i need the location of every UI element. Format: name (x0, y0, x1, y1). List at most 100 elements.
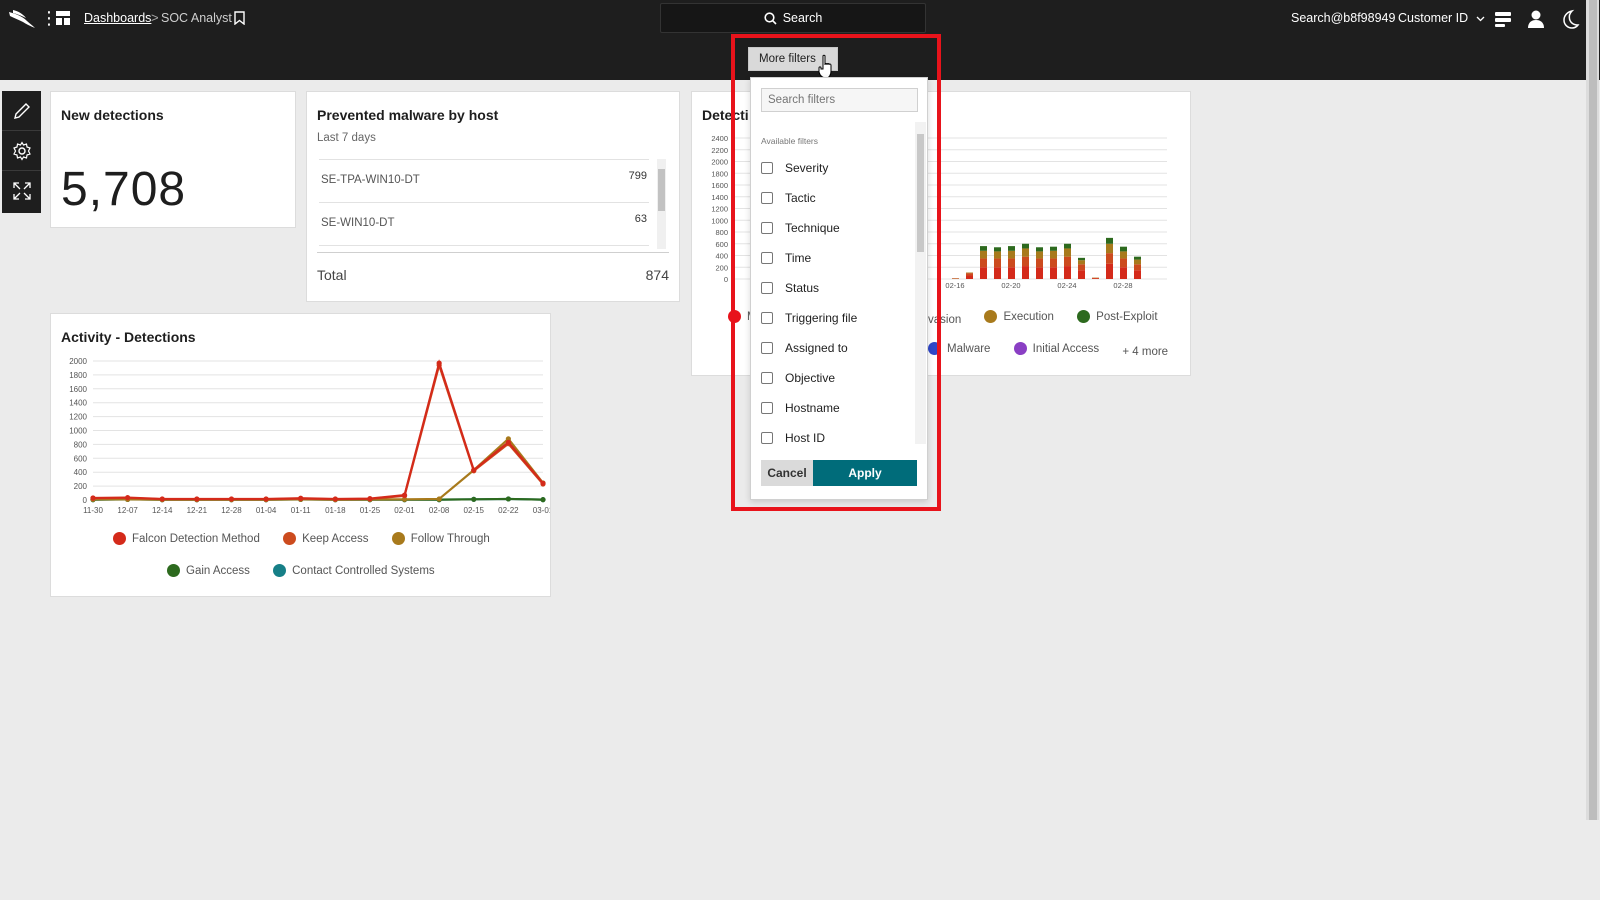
x-tick-label: 02-16 (945, 281, 964, 290)
legend-dot (273, 564, 287, 577)
card-title: Prevented malware by host (317, 107, 499, 123)
activity-legend-row-2: Gain Access Contact Controlled Systems (167, 564, 455, 580)
stacked-bar-segment (1120, 267, 1127, 279)
y-tick-label: 400 (74, 468, 88, 477)
breadcrumb-current: SOC Analyst (161, 11, 232, 25)
x-tick-label: 02-24 (1057, 281, 1076, 290)
stacked-bar-segment (1050, 246, 1057, 251)
dark-mode-moon-icon[interactable] (1560, 9, 1580, 29)
x-tick-label: 12-14 (152, 506, 173, 515)
customer-id-dropdown[interactable]: Customer ID (1398, 11, 1485, 25)
legend-item[interactable]: Initial Access (1013, 342, 1099, 355)
stacked-bar-segment (1064, 243, 1071, 249)
y-tick-label: 2400 (711, 134, 728, 143)
stacked-bar-segment (1022, 248, 1029, 257)
legend-label: Execution (1003, 310, 1054, 323)
data-point (471, 467, 477, 473)
data-point (228, 496, 235, 502)
table-row[interactable]: SE-TPA-WIN10-DT 799 (319, 159, 649, 201)
y-tick-label: 2000 (69, 357, 87, 366)
y-tick-label: 600 (715, 240, 728, 249)
stacked-bar-segment (1008, 258, 1015, 268)
x-tick-label: 12-28 (221, 506, 242, 515)
new-detections-card: New detections 5,708 (50, 91, 296, 228)
data-point (263, 496, 269, 502)
data-point (401, 492, 408, 498)
host-list-scrollbar[interactable] (657, 159, 666, 249)
legend-more-link[interactable]: + 4 more (1122, 346, 1168, 358)
stacked-bar-segment (966, 273, 973, 276)
legend-item[interactable]: Post-Exploit (1077, 310, 1158, 323)
page-scrollbar[interactable] (1586, 0, 1599, 820)
stacked-bar-segment (1120, 251, 1127, 259)
legend-label: Follow Through (410, 532, 490, 545)
stacked-bar-segment (966, 275, 973, 279)
stacked-bar-segment (1106, 243, 1113, 254)
page-scrollbar-thumb[interactable] (1589, 0, 1597, 820)
new-detections-count: 5,708 (61, 163, 187, 216)
detections-legend-row-2: Malware Initial Access + 4 more (928, 342, 1168, 358)
legend-item[interactable]: Gain Access (167, 564, 250, 577)
stacked-bar-segment (1092, 278, 1099, 279)
expand-icon (12, 182, 31, 200)
legend-label: Gain Access (186, 564, 250, 577)
pencil-icon (13, 102, 30, 119)
user-search-id[interactable]: Search@b8f98949 (1291, 11, 1395, 25)
table-row[interactable]: SE-WIN10-DT 63 (319, 202, 649, 244)
series-line (92, 359, 544, 501)
stacked-bar-segment (1022, 256, 1029, 267)
dashboard-settings-button[interactable] (2, 131, 41, 171)
stacked-bar-segment (1008, 246, 1015, 251)
data-point (298, 495, 304, 501)
stacked-bar-segment (1134, 256, 1141, 260)
x-tick-label: 11-30 (83, 506, 103, 515)
data-point (90, 495, 96, 501)
stacked-bar-segment (994, 251, 1001, 259)
x-tick-label: 01-04 (256, 506, 277, 515)
fullscreen-button[interactable] (2, 171, 41, 211)
legend-item[interactable]: Contact Controlled Systems (273, 564, 435, 577)
card-subtitle: Last 7 days (317, 132, 376, 144)
falcon-logo-icon[interactable] (8, 8, 36, 30)
activity-line-chart: 0 200 400 600 800 1000 1200 1400 1600 1800 2000 11-… (69, 357, 550, 515)
x-tick-label: 02-01 (394, 506, 415, 515)
data-point (436, 496, 442, 502)
scrollbar-thumb[interactable] (658, 169, 665, 211)
gear-icon (12, 140, 31, 161)
y-tick-label: 1800 (711, 169, 728, 178)
dashboards-icon[interactable] (56, 11, 70, 25)
x-tick-label: 12-21 (187, 506, 208, 515)
host-name: SE-WIN10-DT (321, 217, 395, 229)
host-count: 799 (628, 170, 647, 182)
legend-dot (283, 532, 297, 545)
customer-id-label: Customer ID (1398, 11, 1469, 25)
y-tick-label: 800 (715, 228, 728, 237)
x-tick-label: 03-01 (533, 506, 550, 515)
stacked-bar-segment (1120, 246, 1127, 252)
global-search-button[interactable]: Search (660, 3, 926, 33)
stacked-bar-segment (1134, 259, 1141, 265)
legend-label: Contact Controlled Systems (292, 564, 435, 577)
x-tick-label: 01-18 (325, 506, 346, 515)
legend-item[interactable]: Falcon Detection Method (113, 532, 260, 545)
breadcrumb-dashboards-link[interactable]: Dashboards (84, 11, 151, 25)
card-title: New detections (61, 107, 164, 123)
y-tick-label: 600 (74, 454, 88, 463)
legend-item[interactable]: Keep Access (283, 532, 369, 545)
legend-label: Falcon Detection Method (132, 532, 260, 545)
y-tick-label: 0 (724, 275, 728, 284)
stacked-bar-segment (1078, 257, 1085, 261)
legend-dot (113, 532, 126, 545)
y-tick-label: 1200 (711, 205, 728, 214)
stacked-bar-segment (1106, 237, 1113, 244)
bookmark-icon[interactable] (234, 11, 245, 25)
legend-item[interactable]: Execution (984, 310, 1054, 323)
edit-dashboard-button[interactable] (2, 91, 41, 131)
user-profile-icon[interactable] (1526, 9, 1546, 29)
legend-item[interactable]: Follow Through (391, 532, 490, 545)
y-tick-label: 1800 (69, 371, 87, 380)
legend-dot (1013, 342, 1027, 355)
series-line (92, 361, 544, 501)
legend-label: Post-Exploit (1096, 310, 1158, 323)
notifications-panel-icon[interactable] (1493, 9, 1513, 29)
